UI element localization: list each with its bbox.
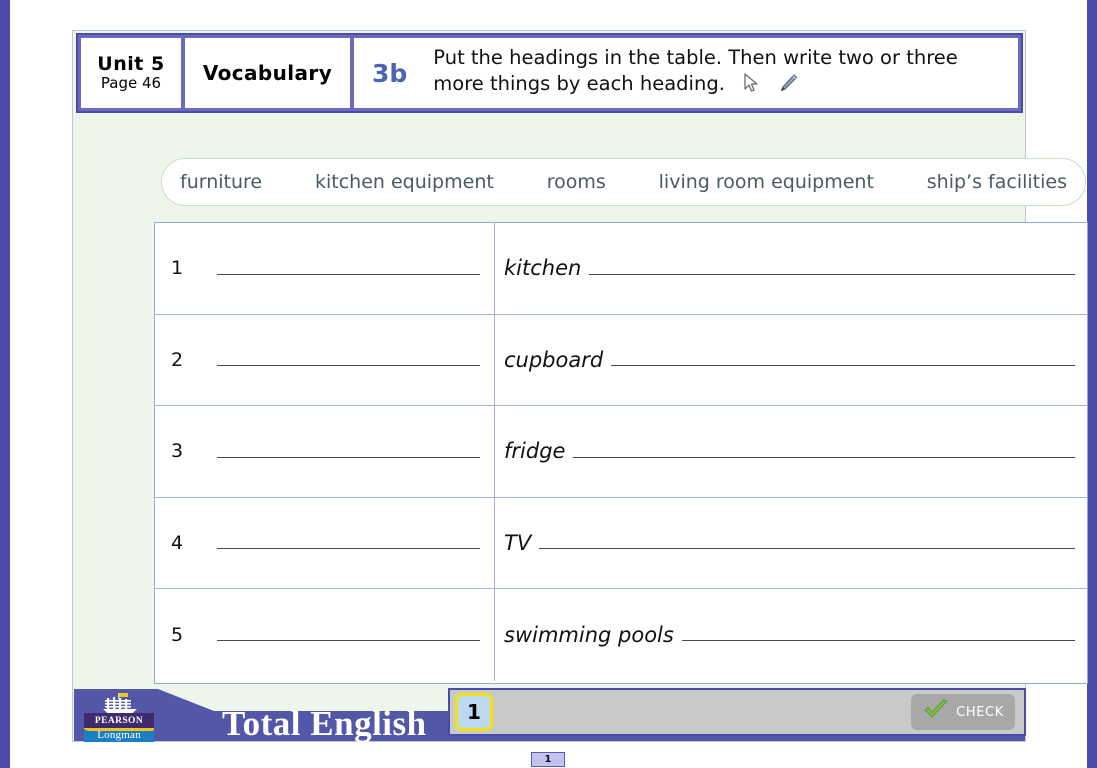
example-word: kitchen	[504, 256, 582, 281]
task-number: 3b	[372, 58, 408, 88]
page-button-label: 1	[467, 700, 481, 724]
page-button-1[interactable]: 1	[455, 693, 493, 731]
example-word: cupboard	[504, 347, 604, 372]
word-bank: furniture kitchen equipment rooms living…	[161, 158, 1086, 206]
slide-indicator[interactable]: 1	[531, 752, 565, 767]
green-check-icon	[922, 698, 950, 726]
heading-answer-blank[interactable]	[217, 456, 480, 458]
extra-words-blank[interactable]	[539, 548, 1075, 550]
table-row: 4 TV	[155, 497, 1087, 589]
navigation-bar: 1 CHECK	[448, 688, 1026, 736]
example-word: fridge	[504, 439, 566, 464]
pencil-icon	[777, 72, 799, 101]
answer-table: 1 kitchen 2 cupboard 3 fridge 4 TV 5 swi…	[154, 222, 1088, 684]
row-number: 3	[171, 440, 184, 463]
heading-answer-blank[interactable]	[217, 273, 480, 275]
extra-words-blank[interactable]	[611, 365, 1075, 367]
row-number: 4	[171, 531, 184, 554]
longman-text: Longman	[97, 729, 141, 741]
pearson-text: PEARSON	[94, 715, 144, 726]
example-word: swimming pools	[504, 622, 674, 647]
row-number: 5	[171, 623, 184, 646]
task-instruction-text: Put the headings in the table. Then writ…	[433, 45, 1012, 101]
task-instruction-string: Put the headings in the table. Then writ…	[433, 46, 958, 95]
extra-words-blank[interactable]	[681, 640, 1075, 642]
arrow-cursor-icon	[741, 72, 761, 101]
extra-words-blank[interactable]	[573, 456, 1075, 458]
heading-answer-cell[interactable]: 4	[155, 497, 495, 588]
extra-words-blank[interactable]	[589, 273, 1075, 275]
table-row: 2 cupboard	[155, 314, 1087, 406]
example-cell[interactable]: kitchen	[495, 223, 1087, 314]
word-bank-item[interactable]: living room equipment	[659, 171, 874, 193]
exercise-panel: Unit 5 Page 46 Vocabulary 3b Put the hea…	[72, 30, 1088, 743]
unit-page-label: Page 46	[100, 74, 162, 93]
table-row: 3 fridge	[155, 406, 1087, 498]
heading-answer-cell[interactable]: 1	[155, 223, 495, 314]
topic-label: Vocabulary	[202, 61, 333, 85]
pearson-longman-logo: PEARSON Longman	[84, 692, 154, 742]
heading-answer-cell[interactable]: 2	[155, 314, 495, 405]
heading-answer-blank[interactable]	[217, 548, 480, 550]
ship-icon	[103, 693, 137, 714]
table-row: 1 kitchen	[155, 223, 1087, 315]
heading-answer-blank[interactable]	[217, 640, 480, 642]
topic-cell: Vocabulary	[185, 38, 350, 108]
example-cell[interactable]: swimming pools	[495, 589, 1087, 681]
example-cell[interactable]: cupboard	[495, 315, 1087, 406]
course-title: Total English	[222, 704, 427, 743]
app-root: Unit 5 Page 46 Vocabulary 3b Put the hea…	[0, 0, 1097, 768]
exercise-header: Unit 5 Page 46 Vocabulary 3b Put the hea…	[76, 33, 1023, 113]
heading-answer-cell[interactable]: 3	[155, 406, 495, 497]
row-number: 2	[171, 348, 184, 371]
longman-wordmark: Longman	[84, 728, 154, 742]
word-bank-item[interactable]: furniture	[180, 171, 262, 193]
unit-title: Unit 5	[97, 52, 165, 75]
word-bank-item[interactable]: kitchen equipment	[315, 171, 494, 193]
word-bank-item[interactable]: rooms	[547, 171, 606, 193]
unit-cell: Unit 5 Page 46	[81, 38, 181, 108]
example-cell[interactable]: TV	[495, 498, 1087, 589]
word-bank-item[interactable]: ship’s facilities	[927, 171, 1067, 193]
heading-answer-blank[interactable]	[217, 365, 480, 367]
frame-bar-right	[1087, 0, 1097, 768]
check-button[interactable]: CHECK	[911, 694, 1015, 730]
example-cell[interactable]: fridge	[495, 406, 1087, 497]
slide-indicator-label: 1	[544, 753, 552, 765]
example-word: TV	[504, 530, 532, 555]
row-number: 1	[171, 257, 184, 280]
frame-bar-left	[0, 0, 10, 768]
pearson-wordmark: PEARSON	[84, 713, 154, 728]
table-row: 5 swimming pools	[155, 589, 1087, 681]
check-button-label: CHECK	[956, 704, 1004, 720]
heading-answer-cell[interactable]: 5	[155, 589, 495, 681]
task-cell: 3b Put the headings in the table. Then w…	[354, 38, 1018, 108]
